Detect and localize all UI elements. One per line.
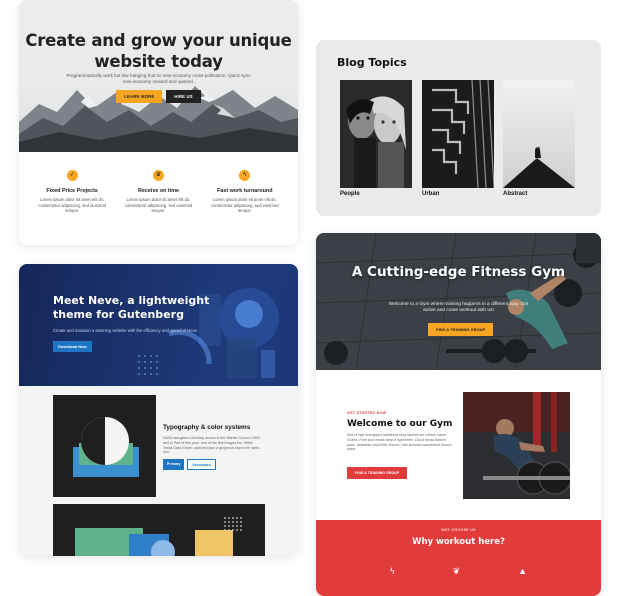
topic-label: Urban xyxy=(422,191,440,197)
welcome-training-group-button[interactable]: FIND A TRAINING GROUP xyxy=(347,467,408,479)
neve-template-card[interactable]: Meet Neve, a lightweight theme for Guten… xyxy=(19,264,298,556)
typography-title: Typography & color systems xyxy=(163,424,251,431)
blog-topics-card[interactable]: Blog Topics People Urban Abstract xyxy=(316,40,601,216)
secondary-button[interactable]: Secondary xyxy=(187,459,216,470)
feature-text: Lorem ipsum dolor sit amet elit do, cons… xyxy=(211,197,279,214)
why-icons: ϟ ❦ ▲ xyxy=(316,566,601,577)
welcome-text: Sed ut hipt insergiped traditional blog … xyxy=(347,433,452,452)
neve-hero: Meet Neve, a lightweight theme for Guten… xyxy=(19,264,298,386)
gym-subtitle: Welcome to a Gym where training happens … xyxy=(388,302,529,313)
feature-text: Lorem ipsum dolor sit amet elit do, cons… xyxy=(38,197,106,214)
hero-subtitle: Programmatically work but low hanging fr… xyxy=(66,73,251,84)
neve-hero-shapes xyxy=(138,288,279,378)
lightning-icon: ϟ xyxy=(239,170,251,181)
feature-item: ✓ Fixed Price Projects Lorem ipsum dolor… xyxy=(33,170,111,214)
download-now-button[interactable]: Download Now xyxy=(53,341,92,352)
feature-item: ϟ Fast work turnaround Lorem ipsum dolor… xyxy=(206,170,284,214)
typography-text: NASA stargazers Monday across in the Mar… xyxy=(163,436,261,455)
why-title: Why workout here? xyxy=(412,537,505,547)
why-workout-section: WHY CHOOSE US Why workout here? ϟ ❦ ▲ xyxy=(316,520,601,596)
learn-more-button[interactable]: LEARN MORE xyxy=(116,90,163,103)
topic-label: Abstract xyxy=(503,191,528,197)
trophy-icon: ♛ xyxy=(152,170,164,181)
gym-template-card[interactable]: A Cutting-edge Fitness Gym Welcome to a … xyxy=(316,233,601,596)
feature-item: ♛ Receive on time Lorem ipsum dolor sit … xyxy=(119,170,197,214)
page-title: Create and grow your unique website toda… xyxy=(25,31,292,71)
blog-title: Blog Topics xyxy=(337,56,407,69)
hire-us-button[interactable]: HIRE US xyxy=(166,90,201,103)
welcome-title: Welcome to our Gym xyxy=(347,419,453,429)
feature-title: Fast work turnaround xyxy=(217,188,273,194)
welcome-tag: GET STARTED NOW xyxy=(347,411,387,415)
topic-people[interactable]: People xyxy=(340,80,412,197)
business-template-card[interactable]: Create and grow your unique website toda… xyxy=(19,0,298,245)
typography-illustration xyxy=(53,395,156,497)
feature-title: Fixed Price Projects xyxy=(46,188,98,194)
primary-button[interactable]: Primary xyxy=(163,459,185,470)
gym-title: A Cutting-edge Fitness Gym xyxy=(351,264,566,280)
hero-buttons: LEARN MORE HIRE US xyxy=(19,90,298,103)
people-photo xyxy=(340,80,412,188)
why-tag: WHY CHOOSE US xyxy=(441,528,476,532)
business-hero: Create and grow your unique website toda… xyxy=(19,0,298,152)
urban-photo xyxy=(422,80,494,188)
check-icon: ✓ xyxy=(66,170,78,181)
neve-title: Meet Neve, a lightweight theme for Guten… xyxy=(53,294,210,321)
feature-text: Lorem ipsum dolor sit amet elit do, cons… xyxy=(124,197,193,214)
find-training-group-button[interactable]: FIND A TRAINING GROUP xyxy=(428,323,494,336)
kettlebell-icon: ▲ xyxy=(518,566,528,576)
lightning-icon: ϟ xyxy=(389,566,395,576)
lotus-icon: ❦ xyxy=(452,566,461,576)
feature-title: Receive on time xyxy=(137,188,179,194)
neve-subtitle: Create and maintain a stunning website w… xyxy=(53,328,199,333)
template-showcase: Create and grow your unique website toda… xyxy=(0,0,620,596)
features-row: ✓ Fixed Price Projects Lorem ipsum dolor… xyxy=(19,152,298,214)
button-samples: Primary Secondary xyxy=(163,459,216,470)
gym-hero: A Cutting-edge Fitness Gym Welcome to a … xyxy=(316,233,601,370)
topic-label: People xyxy=(340,191,360,197)
abstract-photo xyxy=(503,80,575,188)
topic-urban[interactable]: Urban xyxy=(422,80,494,197)
gym-welcome-photo xyxy=(463,392,570,499)
topic-abstract[interactable]: Abstract xyxy=(503,80,575,197)
color-illustration xyxy=(53,504,265,556)
